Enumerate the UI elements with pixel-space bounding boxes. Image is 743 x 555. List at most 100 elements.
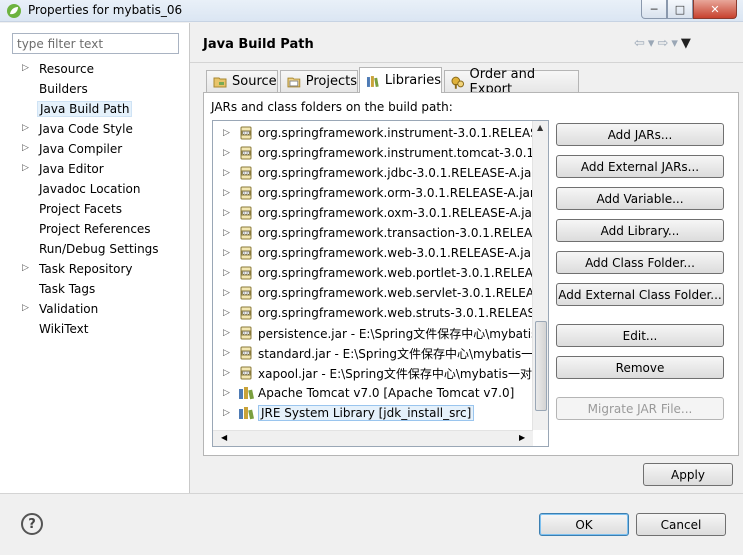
nav-item[interactable]: Builders: [0, 79, 190, 99]
expand-caret-icon[interactable]: ▷: [223, 268, 233, 278]
tree-row[interactable]: ▷ JRE System Library [jdk_install_src]: [213, 403, 475, 423]
chevron-down-icon[interactable]: ▾: [671, 36, 681, 51]
svg-text:010: 010: [242, 191, 250, 196]
nav-item[interactable]: WikiText: [0, 319, 190, 339]
add-class-folder-button[interactable]: Add Class Folder...: [556, 251, 724, 274]
scrollbar-thumb[interactable]: [535, 321, 547, 411]
tree-row-label: Apache Tomcat v7.0 [Apache Tomcat v7.0]: [258, 386, 515, 400]
expand-caret-icon[interactable]: ▷: [223, 348, 233, 358]
expand-caret-icon[interactable]: ▷: [223, 308, 233, 318]
view-menu-icon[interactable]: ▼: [681, 36, 694, 51]
tab-libraries[interactable]: Libraries: [359, 67, 442, 93]
expand-caret-icon[interactable]: ▷: [223, 408, 233, 418]
source-folder-icon: [213, 77, 227, 87]
tree-row[interactable]: ▷ 010 org.springframework.web.servlet-3.0.…: [213, 283, 549, 303]
add-jars-button[interactable]: Add JARs...: [556, 123, 724, 146]
minimize-button[interactable]: ─: [641, 0, 667, 19]
tree-row[interactable]: ▷ 010 org.springframework.oxm-3.0.1.RELEAS…: [213, 203, 545, 223]
scroll-up-icon[interactable]: ▲: [537, 123, 543, 132]
add-variable-button[interactable]: Add Variable...: [556, 187, 724, 210]
expand-caret-icon[interactable]: ▷: [223, 248, 233, 258]
nav-item[interactable]: ▷ Java Code Style: [0, 119, 190, 139]
svg-text:010: 010: [242, 351, 250, 356]
maximize-button[interactable]: □: [667, 0, 693, 19]
tab-label: Source: [232, 74, 277, 89]
expand-caret-icon[interactable]: ▷: [223, 388, 233, 398]
nav-item[interactable]: Javadoc Location: [0, 179, 190, 199]
tree-row[interactable]: ▷ 010 org.springframework.web-3.0.1.RELEAS…: [213, 243, 544, 263]
expand-caret-icon[interactable]: ▷: [22, 143, 29, 153]
expand-caret-icon[interactable]: ▷: [223, 288, 233, 298]
tree-row[interactable]: ▷ 010 standard.jar - E:\Spring文件保存中心\mybat…: [213, 343, 533, 363]
tree-row[interactable]: ▷ 010 org.springframework.orm-3.0.1.RELEAS…: [213, 183, 543, 203]
nav-item[interactable]: ▷ Resource: [0, 59, 190, 79]
nav-item[interactable]: Project Facets: [0, 199, 190, 219]
add-external-jars-button[interactable]: Add External JARs...: [556, 155, 724, 178]
ok-button[interactable]: OK: [539, 513, 629, 536]
add-external-class-folder-button[interactable]: Add External Class Folder...: [556, 283, 724, 306]
vertical-scrollbar[interactable]: ▲: [532, 121, 548, 430]
expand-caret-icon[interactable]: ▷: [223, 128, 233, 138]
add-library-button[interactable]: Add Library...: [556, 219, 724, 242]
nav-item[interactable]: Task Tags: [0, 279, 190, 299]
expand-caret-icon[interactable]: ▷: [22, 123, 29, 133]
expand-caret-icon[interactable]: ▷: [223, 328, 233, 338]
nav-item[interactable]: Run/Debug Settings: [0, 239, 190, 259]
expand-caret-icon[interactable]: ▷: [223, 188, 233, 198]
nav-item[interactable]: ▷ Task Repository: [0, 259, 190, 279]
expand-caret-icon[interactable]: ▷: [223, 228, 233, 238]
nav-item[interactable]: ▷ Java Editor: [0, 159, 190, 179]
libraries-tree[interactable]: ▷ 010 org.springframework.instrument-3.0.1…: [212, 120, 549, 447]
expand-caret-icon[interactable]: ▷: [22, 303, 29, 313]
library-icon: [238, 405, 254, 421]
migrate-jar-button[interactable]: Migrate JAR File...: [556, 397, 724, 420]
close-button[interactable]: ✕: [693, 0, 737, 19]
tree-row-label: persistence.jar - E:\Spring文件保存中心\mybati…: [258, 326, 538, 341]
nav-item-label: Javadoc Location: [39, 182, 141, 196]
expand-caret-icon[interactable]: ▷: [22, 63, 29, 73]
history-navigation[interactable]: ⇦▾⇨▾▼: [634, 36, 694, 51]
filter-input[interactable]: [12, 33, 179, 54]
expand-caret-icon[interactable]: ▷: [22, 263, 29, 273]
nav-item[interactable]: Java Build Path: [0, 99, 190, 119]
tree-row[interactable]: ▷ 010 org.springframework.transaction-3.0.…: [213, 223, 547, 243]
cancel-button[interactable]: Cancel: [636, 513, 726, 536]
tree-row[interactable]: ▷ 010 org.springframework.instrument-3.0.1…: [213, 123, 545, 143]
tree-row[interactable]: ▷ 010 org.springframework.web.portlet-3.0.…: [213, 263, 548, 283]
expand-caret-icon[interactable]: ▷: [223, 148, 233, 158]
tree-row[interactable]: ▷ Apache Tomcat v7.0 [Apache Tomcat v7.0]: [213, 383, 514, 403]
nav-item[interactable]: Project References: [0, 219, 190, 239]
tree-row[interactable]: ▷ 010 persistence.jar - E:\Spring文件保存中心\my…: [213, 323, 537, 343]
nav-item-label: Java Build Path: [37, 101, 133, 117]
tab-order-and-export[interactable]: Order and Export: [444, 67, 579, 97]
forward-arrow-icon[interactable]: ⇨: [657, 36, 671, 51]
nav-item[interactable]: ▷ Java Compiler: [0, 139, 190, 159]
expand-caret-icon[interactable]: ▷: [22, 163, 29, 173]
horizontal-scrollbar[interactable]: ◀ ▶: [213, 430, 533, 446]
nav-item-label: Project References: [39, 222, 151, 236]
chevron-down-icon[interactable]: ▾: [648, 36, 658, 51]
edit-button[interactable]: Edit...: [556, 324, 724, 347]
nav-item[interactable]: ▷ Validation: [0, 299, 190, 319]
expand-caret-icon[interactable]: ▷: [223, 168, 233, 178]
apply-button[interactable]: Apply: [643, 463, 733, 486]
jar-icon: 010: [238, 325, 254, 341]
tree-row[interactable]: ▷ 010 org.springframework.jdbc-3.0.1.RELEA…: [213, 163, 544, 183]
order-export-icon: [451, 76, 465, 89]
tree-row[interactable]: ▷ 010 org.springframework.web.struts-3.0.1…: [213, 303, 547, 323]
scroll-left-icon[interactable]: ◀: [221, 433, 227, 442]
tree-row-label: org.springframework.web.servlet-3.0.1.RE…: [258, 286, 549, 300]
help-icon[interactable]: ?: [21, 513, 43, 535]
expand-caret-icon[interactable]: ▷: [223, 368, 233, 378]
tree-row[interactable]: ▷ 010 xapool.jar - E:\Spring文件保存中心\mybatis…: [213, 363, 544, 383]
tab-source[interactable]: Source: [206, 70, 278, 92]
tree-row[interactable]: ▷ 010 org.springframework.instrument.tomca…: [213, 143, 546, 163]
svg-text:010: 010: [242, 251, 250, 256]
window-title: Properties for mybatis_06: [28, 3, 183, 17]
expand-caret-icon[interactable]: ▷: [223, 208, 233, 218]
remove-button[interactable]: Remove: [556, 356, 724, 379]
back-arrow-icon[interactable]: ⇦: [634, 36, 648, 51]
scroll-right-icon[interactable]: ▶: [519, 433, 525, 442]
jar-icon: 010: [238, 305, 254, 321]
tab-projects[interactable]: Projects: [280, 70, 358, 92]
